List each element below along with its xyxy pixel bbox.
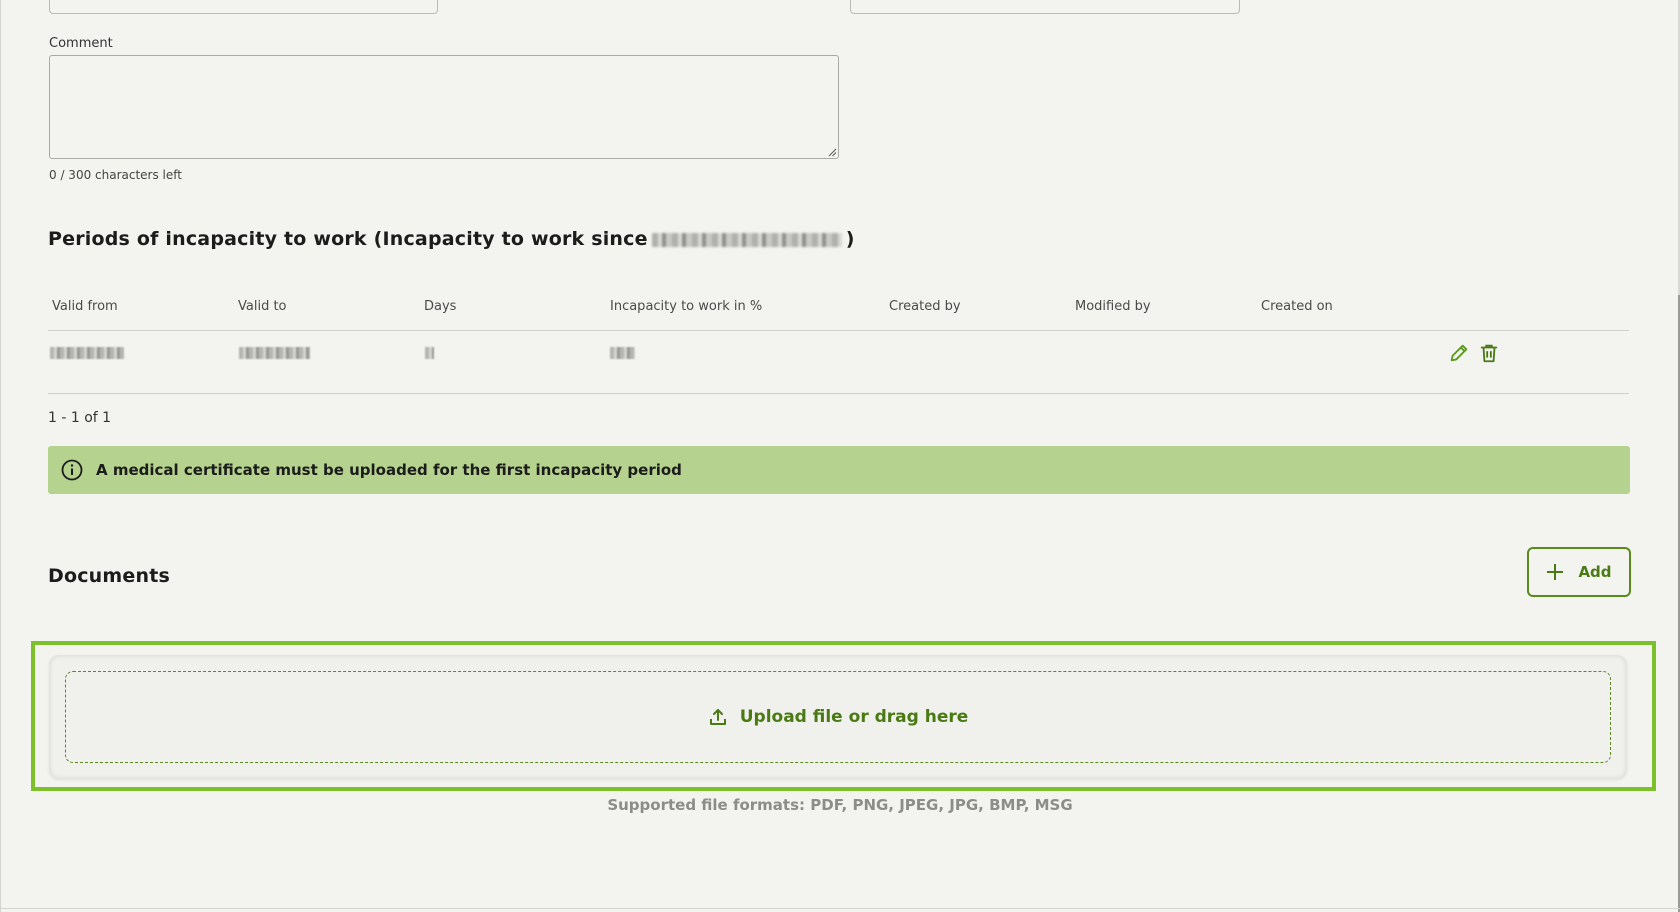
column-header-valid-from[interactable]: Valid from: [52, 299, 118, 314]
periods-title: Periods of incapacity to work (Incapacit…: [48, 228, 855, 250]
page: Comment 0 / 300 characters left Periods …: [0, 0, 1680, 912]
column-header-modified-by[interactable]: Modified by: [1075, 299, 1151, 314]
column-header-incapacity-percent[interactable]: Incapacity to work in %: [610, 299, 762, 314]
frame-bottom-border: [0, 908, 1680, 909]
comment-textarea[interactable]: [49, 55, 839, 159]
delete-period-button[interactable]: [1476, 340, 1502, 366]
column-header-created-by[interactable]: Created by: [889, 299, 961, 314]
supported-formats-text: Supported file formats: PDF, PNG, JPEG, …: [607, 796, 1073, 814]
periods-title-suffix: ): [845, 228, 855, 250]
plus-icon: [1547, 564, 1564, 580]
upload-label: Upload file or drag here: [739, 707, 969, 727]
info-banner: A medical certificate must be uploaded f…: [48, 446, 1630, 494]
cell-percent-redacted: [610, 347, 635, 359]
form-field-upper-left[interactable]: [49, 0, 438, 14]
periods-title-text: Periods of incapacity to work (Incapacit…: [48, 228, 648, 250]
form-field-upper-right[interactable]: [850, 0, 1240, 14]
comment-label: Comment: [49, 36, 113, 51]
edit-period-button[interactable]: [1446, 340, 1472, 366]
table-header-divider: [48, 330, 1629, 331]
file-drop-zone[interactable]: Upload file or drag here: [65, 671, 1611, 763]
cell-days-redacted: [425, 347, 434, 359]
add-document-button[interactable]: Add: [1527, 547, 1631, 597]
info-icon: [61, 459, 83, 481]
resize-grip-icon[interactable]: [828, 148, 837, 157]
cell-valid-to-redacted: [239, 347, 310, 359]
upload-card: Upload file or drag here: [49, 655, 1627, 779]
column-header-created-on[interactable]: Created on: [1261, 299, 1333, 314]
info-banner-text: A medical certificate must be uploaded f…: [96, 461, 682, 479]
documents-title: Documents: [48, 565, 171, 587]
table-row-divider: [48, 393, 1629, 394]
frame-border: [0, 0, 1, 912]
column-header-days[interactable]: Days: [424, 299, 456, 314]
add-button-label: Add: [1578, 563, 1612, 581]
redacted-date: [651, 232, 842, 247]
upload-highlight-frame: Upload file or drag here: [31, 641, 1656, 791]
trash-icon: [1480, 344, 1498, 363]
column-header-valid-to[interactable]: Valid to: [238, 299, 287, 314]
pagination-info: 1 - 1 of 1: [48, 410, 112, 426]
comment-char-count: 0 / 300 characters left: [49, 168, 182, 182]
pencil-icon: [1450, 344, 1468, 362]
cell-valid-from-redacted: [50, 347, 124, 359]
upload-icon: [709, 709, 726, 725]
